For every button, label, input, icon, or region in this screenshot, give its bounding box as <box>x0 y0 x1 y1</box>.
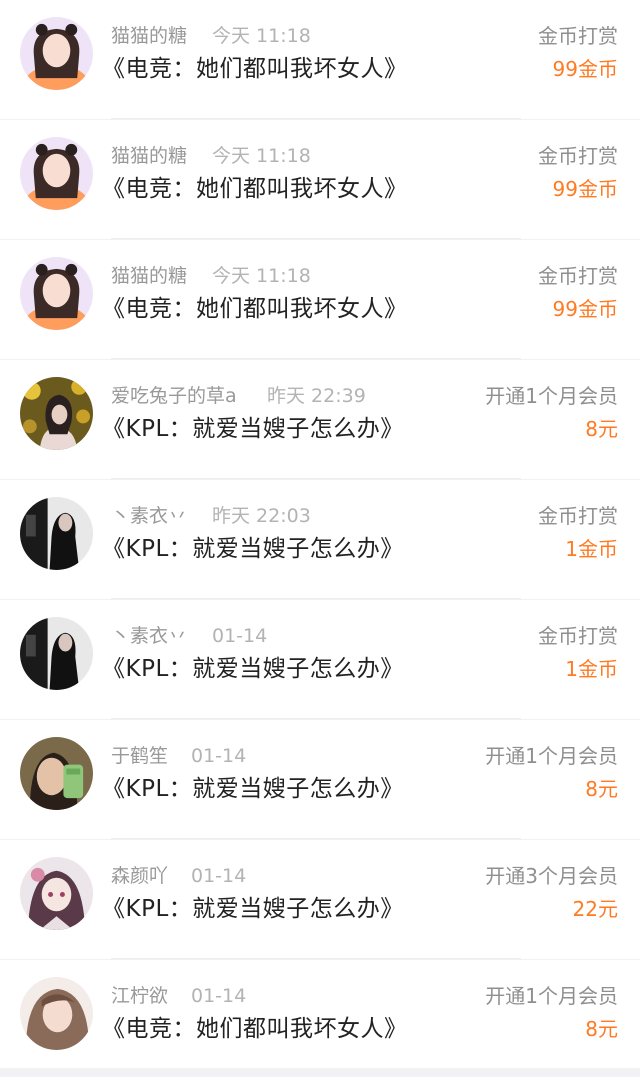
list-item[interactable]: 猫猫的糖 今天 11:18 《电竞：她们都叫我坏女人》 金币打赏 99金币 <box>0 120 640 239</box>
list-item[interactable]: 于鹤笙 01-14 《KPL：就爱当嫂子怎么办》 开通1个月会员 8元 <box>0 720 640 839</box>
reward-type: 金币打赏 <box>538 504 618 528</box>
divider <box>111 238 521 239</box>
book-title: 《电竞：她们都叫我坏女人》 <box>102 1016 408 1042</box>
book-title: 《KPL：就爱当嫂子怎么办》 <box>102 416 404 442</box>
reward-type: 金币打赏 <box>538 24 618 48</box>
divider <box>111 718 521 719</box>
reward-type: 金币打赏 <box>538 144 618 168</box>
username: 于鹤笙 <box>111 745 169 767</box>
reward-amount: 22元 <box>572 897 618 921</box>
book-title: 《KPL：就爱当嫂子怎么办》 <box>102 656 404 682</box>
reward-amount: 8元 <box>585 417 618 441</box>
reward-amount: 1金币 <box>565 537 618 561</box>
avatar[interactable] <box>20 977 93 1050</box>
book-title: 《KPL：就爱当嫂子怎么办》 <box>102 896 404 922</box>
book-title: 《KPL：就爱当嫂子怎么办》 <box>102 536 404 562</box>
timestamp: 01-14 <box>191 865 247 887</box>
timestamp: 今天 11:18 <box>212 265 311 287</box>
timestamp: 今天 11:18 <box>212 25 311 47</box>
avatar[interactable] <box>20 257 93 330</box>
timestamp: 01-14 <box>191 745 247 767</box>
divider <box>111 598 521 599</box>
list-item[interactable]: 猫猫的糖 今天 11:18 《电竞：她们都叫我坏女人》 金币打赏 99金币 <box>0 240 640 359</box>
reward-amount: 8元 <box>585 1017 618 1041</box>
book-title: 《电竞：她们都叫我坏女人》 <box>102 296 408 322</box>
timestamp: 昨天 22:03 <box>212 505 311 527</box>
username: 爱吃兔子的草a <box>111 385 237 407</box>
reward-record-list: 猫猫的糖 今天 11:18 《电竞：她们都叫我坏女人》 金币打赏 99金币 猫猫… <box>0 0 640 1077</box>
username: 江柠欲 <box>111 985 169 1007</box>
username: 猫猫的糖 <box>111 25 188 47</box>
list-item[interactable]: 丶素衣丷 01-14 《KPL：就爱当嫂子怎么办》 金币打赏 1金币 <box>0 600 640 719</box>
book-title: 《电竞：她们都叫我坏女人》 <box>102 56 408 82</box>
reward-type: 金币打赏 <box>538 264 618 288</box>
timestamp: 今天 11:18 <box>212 145 311 167</box>
list-item[interactable]: 江柠欲 01-14 《电竞：她们都叫我坏女人》 开通1个月会员 8元 <box>0 960 640 1068</box>
username: 猫猫的糖 <box>111 145 188 167</box>
avatar[interactable] <box>20 497 93 570</box>
divider <box>111 358 521 359</box>
reward-amount: 99金币 <box>552 297 618 321</box>
username: 丶素衣丷 <box>111 625 188 647</box>
reward-type: 开通1个月会员 <box>485 984 618 1008</box>
username: 猫猫的糖 <box>111 265 188 287</box>
reward-type: 开通1个月会员 <box>485 384 618 408</box>
reward-amount: 1金币 <box>565 657 618 681</box>
list-item[interactable]: 森颜吖 01-14 《KPL：就爱当嫂子怎么办》 开通3个月会员 22元 <box>0 840 640 959</box>
reward-amount: 8元 <box>585 777 618 801</box>
avatar[interactable] <box>20 377 93 450</box>
avatar[interactable] <box>20 617 93 690</box>
book-title: 《电竞：她们都叫我坏女人》 <box>102 176 408 202</box>
timestamp: 01-14 <box>191 985 247 1007</box>
reward-amount: 99金币 <box>552 57 618 81</box>
reward-type: 金币打赏 <box>538 624 618 648</box>
reward-type: 开通3个月会员 <box>485 864 618 888</box>
avatar[interactable] <box>20 17 93 90</box>
divider <box>111 958 521 959</box>
timestamp: 01-14 <box>212 625 268 647</box>
book-title: 《KPL：就爱当嫂子怎么办》 <box>102 776 404 802</box>
timestamp: 昨天 22:39 <box>267 385 366 407</box>
reward-type: 开通1个月会员 <box>485 744 618 768</box>
list-item[interactable]: 丶素衣丷 昨天 22:03 《KPL：就爱当嫂子怎么办》 金币打赏 1金币 <box>0 480 640 599</box>
avatar[interactable] <box>20 857 93 930</box>
divider <box>111 478 521 479</box>
reward-amount: 99金币 <box>552 177 618 201</box>
divider <box>111 838 521 839</box>
avatar[interactable] <box>20 737 93 810</box>
username: 森颜吖 <box>111 865 169 887</box>
list-item[interactable]: 爱吃兔子的草a 昨天 22:39 《KPL：就爱当嫂子怎么办》 开通1个月会员 … <box>0 360 640 479</box>
list-item[interactable]: 猫猫的糖 今天 11:18 《电竞：她们都叫我坏女人》 金币打赏 99金币 <box>0 0 640 119</box>
avatar[interactable] <box>20 137 93 210</box>
username: 丶素衣丷 <box>111 505 188 527</box>
divider <box>111 118 521 119</box>
